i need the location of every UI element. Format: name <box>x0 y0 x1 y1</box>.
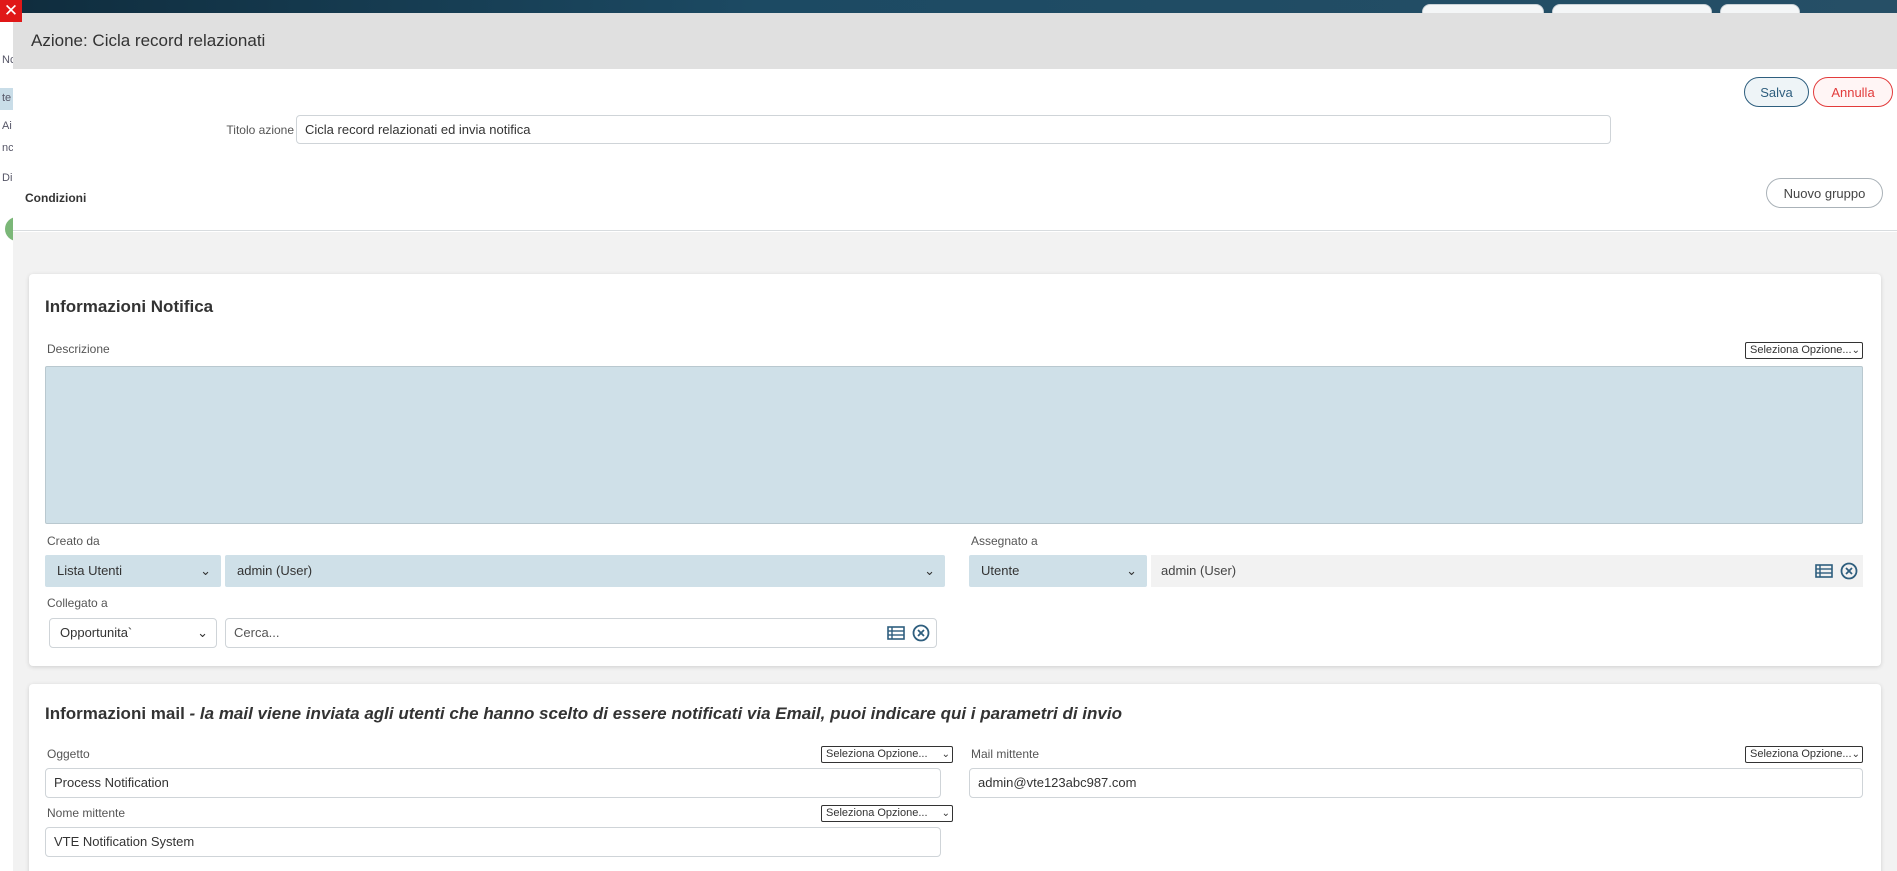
action-title-label: Titolo azione <box>226 123 294 137</box>
sender-mail-label: Mail mittente <box>971 747 1040 761</box>
notification-section-title: Informazioni Notifica <box>45 297 214 316</box>
subject-label: Oggetto <box>47 747 90 761</box>
created-by-type-value: Lista Utenti <box>57 563 123 578</box>
new-group-button[interactable]: Nuovo gruppo <box>1766 178 1883 208</box>
chevron-down-icon: ⌄ <box>1851 345 1860 356</box>
mail-section-title-text: Informazioni mail <box>45 704 185 723</box>
chevron-down-icon: ⌄ <box>200 563 211 578</box>
linked-to-search-input[interactable]: Cerca... <box>225 618 937 648</box>
modal-header: Azione: Cicla record relazionati <box>13 13 1897 69</box>
action-title-row: Titolo azione Cicla record relazionati e… <box>13 114 1897 148</box>
subject-value: Process Notification <box>54 775 169 790</box>
chevron-down-icon: ⌄ <box>197 625 208 640</box>
modal-toolbar: Salva Annulla <box>13 69 1897 114</box>
modal-content: Informazioni Notifica Descrizione Selezi… <box>13 232 1897 871</box>
assigned-to-label: Assegnato a <box>971 534 1038 548</box>
bg-text-fragment: nc <box>2 142 14 154</box>
chevron-down-icon: ⌄ <box>941 808 950 819</box>
action-title-input[interactable]: Cicla record relazionati ed invia notifi… <box>296 115 1611 144</box>
sender-mail-input[interactable]: admin@vte123abc987.com <box>969 768 1863 798</box>
linked-to-module-select[interactable]: Opportunita` ⌄ <box>49 618 217 648</box>
description-option-select-label: Seleziona Opzione... <box>1750 344 1852 356</box>
list-icon[interactable] <box>1815 562 1833 580</box>
sender-mail-value: admin@vte123abc987.com <box>978 775 1137 790</box>
subject-input[interactable]: Process Notification <box>45 768 941 798</box>
assigned-to-type-value: Utente <box>981 563 1020 578</box>
save-button[interactable]: Salva <box>1744 77 1809 107</box>
modal-title: Azione: Cicla record relazionati <box>31 31 266 50</box>
conditions-row: Condizioni Nuovo gruppo <box>13 171 1897 231</box>
description-option-select[interactable]: Seleziona Opzione... ⌄ <box>1745 342 1863 359</box>
created-by-user-select[interactable]: admin (User) ⌄ <box>225 555 945 587</box>
clear-icon[interactable] <box>1840 562 1858 580</box>
sender-mail-option-select[interactable]: Seleziona Opzione... ⌄ <box>1745 746 1863 763</box>
mail-card: Informazioni mail - la mail viene inviat… <box>29 684 1881 871</box>
mail-section-title: Informazioni mail - la mail viene inviat… <box>45 704 1122 724</box>
cancel-button[interactable]: Annulla <box>1813 77 1893 107</box>
chevron-down-icon: ⌄ <box>924 563 935 578</box>
subject-option-select[interactable]: Seleziona Opzione... ⌄ <box>821 746 953 763</box>
chevron-down-icon: ⌄ <box>1126 563 1137 578</box>
subject-option-select-label: Seleziona Opzione... <box>826 748 928 760</box>
sender-name-value: VTE Notification System <box>54 834 195 849</box>
linked-to-module-value: Opportunita` <box>60 625 133 640</box>
bg-text-fragment: Di <box>2 172 13 184</box>
linked-to-search-placeholder: Cerca... <box>234 625 280 640</box>
app-sidebar-fragment: Nc te Ai nc Di <box>0 14 14 871</box>
linked-to-label: Collegato a <box>47 596 108 610</box>
assigned-to-value: admin (User) <box>1161 563 1237 578</box>
mail-section-note: - la mail viene inviata agli utenti che … <box>189 704 1122 723</box>
action-modal: Azione: Cicla record relazionati Salva A… <box>13 13 1897 871</box>
conditions-label: Condizioni <box>25 191 87 205</box>
clear-icon[interactable] <box>912 624 930 642</box>
description-label: Descrizione <box>47 342 110 356</box>
assigned-to-field: admin (User) <box>1151 555 1863 587</box>
created-by-label: Creato da <box>47 534 100 548</box>
close-icon[interactable]: ✕ <box>0 0 22 22</box>
chevron-down-icon: ⌄ <box>1851 749 1860 760</box>
bg-text-fragment: Ai <box>2 120 12 132</box>
sender-name-option-select[interactable]: Seleziona Opzione... ⌄ <box>821 805 953 822</box>
sender-name-label: Nome mittente <box>47 806 126 820</box>
notification-card: Informazioni Notifica Descrizione Selezi… <box>29 274 1881 666</box>
sender-name-input[interactable]: VTE Notification System <box>45 827 941 857</box>
sender-mail-option-select-label: Seleziona Opzione... <box>1750 748 1852 760</box>
description-textarea[interactable] <box>45 366 1863 524</box>
list-icon[interactable] <box>887 624 905 642</box>
assigned-to-type-select[interactable]: Utente ⌄ <box>969 555 1147 587</box>
sender-name-option-select-label: Seleziona Opzione... <box>826 807 928 819</box>
created-by-user-value: admin (User) <box>237 563 313 578</box>
bg-text-fragment: te <box>2 92 12 104</box>
created-by-type-select[interactable]: Lista Utenti ⌄ <box>45 555 221 587</box>
chevron-down-icon: ⌄ <box>941 749 950 760</box>
